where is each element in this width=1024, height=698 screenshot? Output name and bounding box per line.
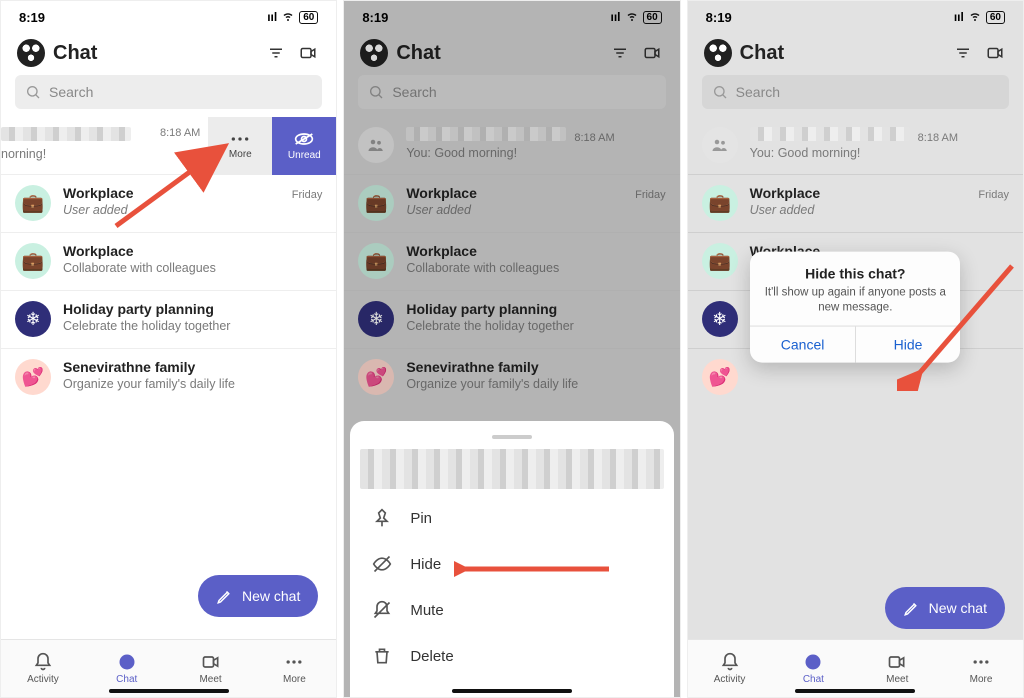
filter-icon[interactable] [264, 41, 288, 65]
page-title: Chat [53, 42, 256, 65]
swipe-unread-button[interactable]: Unread [272, 117, 336, 175]
alert-cancel-button[interactable]: Cancel [750, 327, 855, 363]
sheet-mute[interactable]: Mute [350, 587, 673, 633]
video-icon [201, 652, 221, 672]
trash-icon [372, 646, 392, 666]
alert-title: Hide this chat? [764, 266, 946, 282]
home-indicator [109, 689, 229, 693]
avatar-snowflake-icon: ❄ [15, 301, 51, 337]
action-sheet: Pin Hide Mute Delete [350, 421, 673, 697]
signal-icon: ııl [954, 10, 964, 24]
search-icon [25, 84, 41, 100]
clock: 8:19 [706, 10, 732, 25]
mute-icon [372, 600, 392, 620]
pin-icon [372, 508, 392, 528]
sheet-hide[interactable]: Hide [350, 541, 673, 587]
sheet-delete[interactable]: Delete [350, 633, 673, 679]
avatar-briefcase-icon: 💼 [702, 185, 738, 221]
search-input[interactable]: Search [702, 75, 1009, 109]
chat-list: norning! 8:18 AM More Unread 💼 [1, 117, 336, 407]
avatar-hearts-icon: 💕 [702, 359, 738, 395]
app-logo[interactable] [704, 39, 732, 67]
more-icon [971, 652, 991, 672]
page-title: Chat [740, 42, 943, 65]
bell-icon [33, 652, 53, 672]
compose-icon [903, 599, 921, 617]
clock: 8:19 [19, 10, 45, 25]
tab-more[interactable]: More [939, 640, 1023, 697]
avatar-snowflake-icon: ❄ [702, 301, 738, 337]
battery-icon: 60 [986, 11, 1005, 24]
search-placeholder: Search [736, 84, 780, 100]
chat-row-holiday[interactable]: ❄ Holiday party planning Celebrate the h… [1, 291, 336, 349]
status-icons: ııl 60 [954, 10, 1005, 25]
swipe-more-button[interactable]: More [208, 117, 272, 175]
unread-icon [294, 132, 314, 146]
screen-confirm-hide: 8:19 ııl 60 Chat Search 8:18 AM You: Goo… [687, 0, 1024, 698]
redacted-header [360, 449, 663, 489]
new-chat-fab[interactable]: New chat [885, 587, 1005, 629]
meet-now-icon[interactable] [296, 41, 320, 65]
chat-icon [803, 652, 823, 672]
filter-icon[interactable] [951, 41, 975, 65]
tab-activity[interactable]: Activity [688, 640, 772, 697]
wifi-icon [968, 10, 982, 25]
search-input[interactable]: Search [15, 75, 322, 109]
redacted-name [750, 127, 910, 141]
chat-row-workplace-1[interactable]: 💼 WorkplaceFriday User added [688, 175, 1023, 233]
status-bar: 8:19 ııl 60 [1, 1, 336, 33]
chat-row-0[interactable]: 8:18 AM You: Good morning! [688, 117, 1023, 175]
chat-row-family[interactable]: 💕 Senevirathne family Organize your fami… [1, 349, 336, 407]
avatar-people-icon [702, 127, 738, 163]
chat-row-workplace-2[interactable]: 💼 Workplace Collaborate with colleagues [1, 233, 336, 291]
hide-alert: Hide this chat? It'll show up again if a… [750, 252, 960, 363]
swipe-actions: More Unread [208, 117, 336, 175]
status-bar: 8:19 ııl 60 [688, 1, 1023, 33]
bell-icon [720, 652, 740, 672]
screen-action-sheet: 8:19 ııl 60 Chat Search 8:18 AM You: Goo… [343, 0, 680, 698]
screen-swipe-actions: 8:19 ııl 60 Chat Search norning! [0, 0, 337, 698]
home-indicator [452, 689, 572, 693]
header: Chat [688, 33, 1023, 75]
chat-icon [117, 652, 137, 672]
redacted-name [1, 127, 131, 141]
sheet-handle[interactable] [492, 435, 532, 439]
more-icon [284, 652, 304, 672]
chat-time: 8:18 AM [160, 127, 200, 139]
alert-hide-button[interactable]: Hide [855, 327, 961, 363]
wifi-icon [281, 10, 295, 25]
tab-more[interactable]: More [252, 640, 336, 697]
chat-row-workplace-1[interactable]: 💼 WorkplaceFriday User added [1, 175, 336, 233]
signal-icon: ııl [267, 10, 277, 24]
sheet-header [360, 449, 663, 489]
alert-message: It'll show up again if anyone posts a ne… [764, 286, 946, 316]
header: Chat [1, 33, 336, 75]
video-icon [887, 652, 907, 672]
avatar-briefcase-icon: 💼 [15, 243, 51, 279]
status-icons: ııl 60 [267, 10, 318, 25]
ellipsis-icon [230, 133, 250, 145]
search-placeholder: Search [49, 84, 93, 100]
chat-row-swiped[interactable]: norning! 8:18 AM More Unread [1, 117, 336, 175]
sheet-pin[interactable]: Pin [350, 495, 673, 541]
app-logo[interactable] [17, 39, 45, 67]
battery-icon: 60 [299, 11, 318, 24]
avatar-briefcase-icon: 💼 [702, 243, 738, 279]
avatar-briefcase-icon: 💼 [15, 185, 51, 221]
new-chat-fab[interactable]: New chat [198, 575, 318, 617]
search-icon [712, 84, 728, 100]
home-indicator [795, 689, 915, 693]
hide-icon [372, 554, 392, 574]
meet-now-icon[interactable] [983, 41, 1007, 65]
avatar-hearts-icon: 💕 [15, 359, 51, 395]
compose-icon [216, 587, 234, 605]
tab-activity[interactable]: Activity [1, 640, 85, 697]
